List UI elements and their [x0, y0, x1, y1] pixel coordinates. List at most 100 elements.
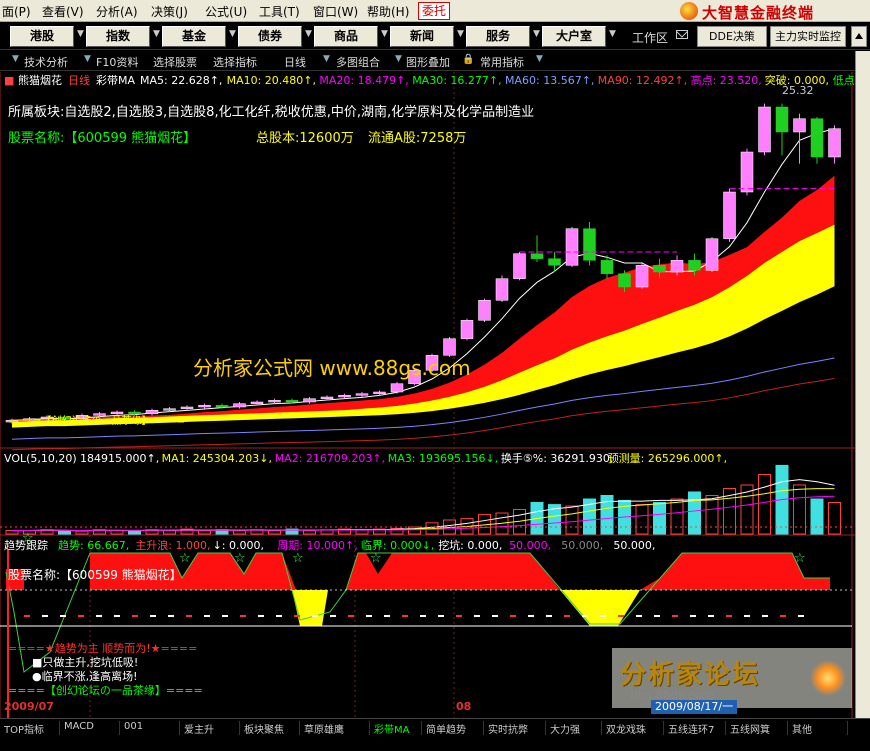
volume-title: VOL(5,10,20): [4, 452, 77, 465]
workarea-label[interactable]: 工作区: [632, 29, 668, 46]
ma-value-5: MA90: 12.492↑,: [598, 74, 687, 87]
trend-value-0: 趋势: 66.667,: [58, 539, 129, 552]
star-icon: ☆: [292, 551, 304, 566]
tab-001[interactable]: 001: [120, 721, 180, 735]
select-indicator-tool[interactable]: 选择指标: [213, 54, 257, 70]
ma-value-8: 低点: [833, 74, 855, 87]
candle: [548, 252, 561, 272]
dropdown-arrow-icon[interactable]: ▼: [457, 29, 465, 41]
tab-macd[interactable]: MACD: [60, 721, 120, 735]
lock-icon[interactable]: 🔒: [462, 54, 474, 65]
star-icon: ☆: [794, 551, 806, 566]
dropdown-arrow-icon[interactable]: ▼: [609, 29, 617, 41]
service-button[interactable]: 服务: [466, 26, 530, 47]
realtime-monitor-button[interactable]: 主力实时监控: [770, 26, 846, 47]
vertical-scrollbar[interactable]: [855, 51, 870, 731]
fund-button[interactable]: 基金: [162, 26, 226, 47]
common-indicator-tool[interactable]: 常用指标: [480, 54, 524, 70]
news-button[interactable]: 新闻: [390, 26, 454, 47]
dropdown-arrow-icon[interactable]: ▼: [395, 54, 402, 64]
ma-value-1: MA10: 20.480↑,: [227, 74, 316, 87]
candle: [810, 117, 824, 164]
tab-color-ma[interactable]: 彩带MA: [370, 721, 422, 735]
trend-value-4: 临界: 0.000↓,: [361, 538, 434, 552]
dropdown-arrow-icon[interactable]: ▼: [84, 54, 91, 64]
volume-bar: [163, 530, 176, 535]
signal-dash: [564, 615, 570, 617]
dropdown-arrow-icon[interactable]: ▼: [229, 29, 237, 41]
tab-sector-focus[interactable]: 板块聚焦: [240, 721, 300, 735]
signal-dash: [492, 615, 498, 617]
dropdown-arrow-icon[interactable]: ▼: [305, 29, 313, 41]
f10-tool[interactable]: F10资料: [96, 54, 138, 70]
dropdown-arrow-icon[interactable]: ▼: [323, 54, 330, 64]
dropdown-arrow-icon[interactable]: ▼: [533, 29, 541, 41]
tab-shuanglong[interactable]: 双龙戏珠: [602, 721, 664, 735]
tab-top-indicator[interactable]: TOP指标: [0, 721, 60, 735]
vip-room-button[interactable]: 大户室: [542, 26, 606, 47]
weituo-button[interactable]: 委托: [418, 2, 450, 20]
menu-formula[interactable]: 公式(U): [205, 3, 247, 20]
menu-view[interactable]: 查看(V): [42, 3, 84, 20]
overlay-tool[interactable]: 图形叠加: [406, 54, 450, 70]
bond-button[interactable]: 债券: [238, 26, 302, 47]
high-price-label: 25.32: [782, 84, 814, 97]
dropdown-arrow-icon[interactable]: ▼: [153, 29, 161, 41]
signal-dash: [582, 615, 588, 617]
tab-wuxian-7[interactable]: 五线连环7: [664, 721, 726, 735]
trend-value-7: 50.000,: [561, 539, 603, 552]
tab-simple-trend[interactable]: 简单趋势: [422, 721, 484, 735]
volume-bar: [233, 530, 246, 535]
signal-dash: [114, 615, 120, 617]
trend-legend-1: ====★趋势为主 顺势而为!★====: [8, 642, 197, 655]
volume-bar: [565, 505, 579, 535]
commodity-button[interactable]: 商品: [314, 26, 378, 47]
volume-bar: [5, 530, 19, 535]
menu-help[interactable]: 帮助(H): [367, 3, 409, 20]
menu-page[interactable]: 面(P): [2, 3, 31, 20]
period-tool[interactable]: 日线: [284, 54, 306, 70]
index-button[interactable]: 指数: [86, 26, 150, 47]
hk-stock-button[interactable]: 港股: [10, 26, 74, 47]
tech-analysis-tool[interactable]: 技术分析: [24, 54, 68, 70]
tab-wuxian-box[interactable]: 五线网箕: [726, 721, 788, 735]
volume-bar: [635, 504, 649, 535]
volume-header: VOL(5,10,20) 184915.000↑, MA1: 245304.203…: [4, 451, 727, 465]
tab-ai-zhusheng[interactable]: 爱主升: [180, 721, 240, 735]
select-stock-tool[interactable]: 选择股票: [153, 54, 197, 70]
candle: [443, 337, 456, 357]
trend-legend-4: ====【创幻论坛の一品茶缘】====: [8, 683, 203, 697]
chart-area[interactable]: ■ 熊猫烟花 日线 彩带MA MA5: 22.628↑, MA10: 20.480…: [0, 72, 855, 718]
tab-dali-qiang[interactable]: 大力强: [546, 721, 602, 735]
signal-dash: [78, 615, 84, 617]
candle: [828, 125, 841, 164]
menu-window[interactable]: 窗口(W): [313, 3, 358, 20]
tab-other[interactable]: 其他: [788, 721, 848, 735]
volume-bar: [128, 530, 141, 535]
ma-value-4: MA60: 13.567↑,: [505, 74, 594, 87]
scroll-up-arrow-icon[interactable]: [851, 26, 867, 47]
dropdown-arrow-icon[interactable]: ▼: [12, 54, 19, 64]
menu-tools[interactable]: 工具(T): [259, 3, 300, 20]
tab-prairie-eagle[interactable]: 草原雄鹰: [300, 721, 370, 735]
signal-dash: [438, 615, 444, 617]
chart-svg[interactable]: ■ 熊猫烟花 日线 彩带MA MA5: 22.628↑, MA10: 20.480…: [0, 72, 855, 718]
dropdown-arrow-icon[interactable]: ▼: [381, 29, 389, 41]
signal-dash: [24, 615, 30, 617]
signal-dash: [366, 615, 372, 617]
trend-legend-2: ■只做主升,挖坑低吸!: [32, 655, 138, 669]
trend-pit-area: [292, 590, 328, 626]
mail-icon[interactable]: [676, 30, 688, 39]
tab-realtime[interactable]: 实时抗弊: [484, 721, 546, 735]
dropdown-arrow-icon[interactable]: ▼: [536, 54, 543, 64]
dropdown-arrow-icon[interactable]: ▼: [77, 29, 85, 41]
menu-analysis[interactable]: 分析(A): [96, 3, 138, 20]
volume-value-1: MA1: 245304.203↓,: [162, 452, 272, 465]
menu-decision[interactable]: 决策(J): [151, 3, 188, 20]
dde-decision-button[interactable]: DDE决策: [697, 26, 767, 47]
signal-dash: [42, 615, 48, 617]
multi-chart-tool[interactable]: 多图组合: [336, 54, 380, 70]
trend-pit-area: [560, 590, 640, 626]
candle: [110, 410, 124, 416]
signal-dash: [546, 615, 552, 617]
